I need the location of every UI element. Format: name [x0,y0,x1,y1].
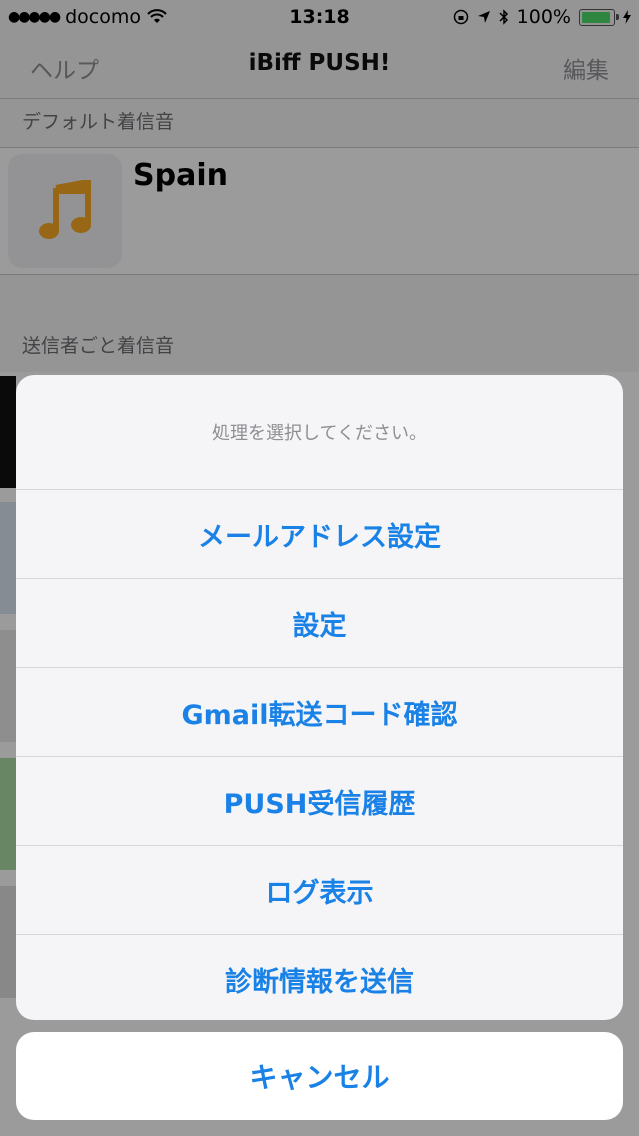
cancel-button[interactable]: キャンセル [16,1032,623,1120]
action-sheet-message: 処理を選択してください。 [16,375,623,490]
send-diagnostics-button[interactable]: 診断情報を送信 [16,935,623,1020]
mail-address-settings-button[interactable]: メールアドレス設定 [16,490,623,579]
action-sheet: 処理を選択してください。 メールアドレス設定 設定 Gmail転送コード確認 P… [16,375,623,1020]
push-history-button[interactable]: PUSH受信履歴 [16,757,623,846]
log-view-button[interactable]: ログ表示 [16,846,623,935]
settings-button[interactable]: 設定 [16,579,623,668]
gmail-forward-code-button[interactable]: Gmail転送コード確認 [16,668,623,757]
